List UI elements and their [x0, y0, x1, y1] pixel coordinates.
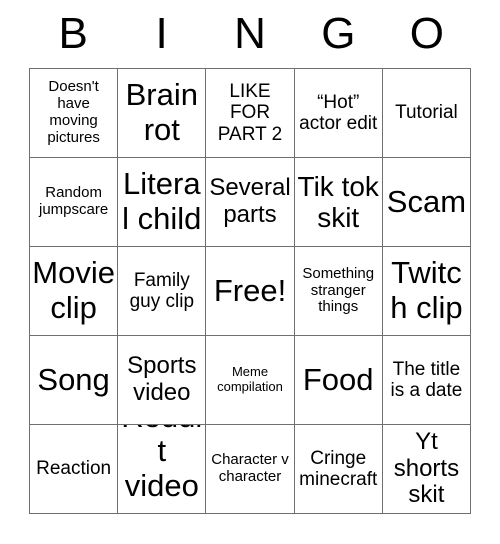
- bingo-header-letter-b: B: [58, 9, 88, 58]
- bingo-cell[interactable]: Food: [294, 336, 383, 425]
- bingo-cell[interactable]: Family guy clip: [118, 247, 207, 336]
- bingo-cell-label: Song: [37, 361, 110, 397]
- bingo-cell[interactable]: The title is a date: [382, 336, 472, 425]
- bingo-header-letter-n: N: [234, 9, 266, 58]
- bingo-header-letter-o: O: [409, 9, 444, 58]
- bingo-cell[interactable]: “Hot” actor edit: [294, 69, 383, 158]
- bingo-row: Doesn't have moving pictures Brain rot LIK…: [30, 69, 472, 158]
- bingo-cell-label: Cringe minecraft: [299, 447, 378, 490]
- bingo-row: Random jumpscare Literal child Several par…: [30, 158, 472, 247]
- bingo-cell-label: Random jumpscare: [39, 184, 109, 218]
- bingo-cell[interactable]: Several parts: [206, 158, 295, 247]
- bingo-cell[interactable]: Cringe minecraft: [294, 425, 383, 514]
- bingo-row: Song Sports video Meme compilation Food The …: [30, 336, 472, 425]
- bingo-cell-label: “Hot” actor edit: [299, 91, 378, 134]
- bingo-cell[interactable]: Reddit videos: [118, 425, 207, 514]
- bingo-cell-label: Character v character: [211, 451, 289, 485]
- bingo-cell-label: Tik tok skit: [297, 170, 379, 233]
- bingo-cell-label: Sports video: [127, 352, 197, 406]
- bingo-cell[interactable]: Free!: [206, 247, 295, 336]
- bingo-cell-label: Twitch clip: [390, 255, 463, 325]
- bingo-header-row: B I N G O: [29, 0, 471, 68]
- bingo-cell[interactable]: Twitch clip: [382, 247, 472, 336]
- bingo-cell[interactable]: Tutorial: [382, 69, 472, 158]
- bingo-cell-label: Reddit videos: [121, 425, 202, 513]
- bingo-card: B I N G O Doesn't have moving pictures Br…: [29, 0, 472, 514]
- bingo-cell-label: Several parts: [209, 174, 291, 228]
- bingo-cell-label: Family guy clip: [129, 269, 195, 312]
- bingo-row: Movie clip Family guy clip Free! Something …: [30, 247, 472, 336]
- bingo-cell[interactable]: Tik tok skit: [294, 158, 383, 247]
- bingo-cell[interactable]: LIKE FOR PART 2: [206, 69, 295, 158]
- bingo-row: Reaction Reddit videos Character v charact…: [30, 425, 472, 514]
- bingo-cell[interactable]: Movie clip: [30, 247, 119, 336]
- bingo-cell-label: The title is a date: [390, 358, 463, 401]
- bingo-cell[interactable]: Doesn't have moving pictures: [30, 69, 119, 158]
- bingo-header-letter-g: G: [321, 9, 356, 58]
- bingo-cell[interactable]: Scam: [382, 158, 472, 247]
- bingo-cell-label: Reaction: [36, 458, 112, 480]
- bingo-cell-label: Doesn't have moving pictures: [47, 78, 100, 146]
- bingo-cell-label: Free!: [213, 272, 287, 308]
- bingo-cell[interactable]: Character v character: [206, 425, 295, 514]
- bingo-cell[interactable]: Reaction: [30, 425, 119, 514]
- bingo-cell-label: Tutorial: [395, 102, 458, 124]
- bingo-cell-label: Literal child: [122, 166, 202, 236]
- bingo-cell-label: Yt shorts skit: [393, 427, 460, 509]
- bingo-cell-label: Food: [302, 361, 374, 397]
- bingo-cell-label: LIKE FOR PART 2: [217, 81, 283, 145]
- bingo-grid: Doesn't have moving pictures Brain rot LIK…: [29, 68, 472, 514]
- bingo-cell[interactable]: Meme compilation: [206, 336, 295, 425]
- bingo-cell[interactable]: Brain rot: [118, 69, 207, 158]
- bingo-cell[interactable]: Sports video: [118, 336, 207, 425]
- bingo-cell[interactable]: Random jumpscare: [30, 158, 119, 247]
- bingo-cell-label: Meme compilation: [217, 364, 283, 394]
- bingo-cell[interactable]: Something stranger things: [294, 247, 383, 336]
- bingo-cell[interactable]: Literal child: [118, 158, 207, 247]
- bingo-cell[interactable]: Song: [30, 336, 119, 425]
- bingo-cell-label: Scam: [386, 183, 467, 219]
- bingo-cell-label: Something stranger things: [302, 264, 375, 316]
- bingo-header-letter-i: I: [155, 9, 168, 58]
- bingo-cell[interactable]: Yt shorts skit: [382, 425, 472, 514]
- bingo-cell-label: Brain rot: [125, 77, 198, 147]
- bingo-cell-label: Movie clip: [32, 255, 115, 325]
